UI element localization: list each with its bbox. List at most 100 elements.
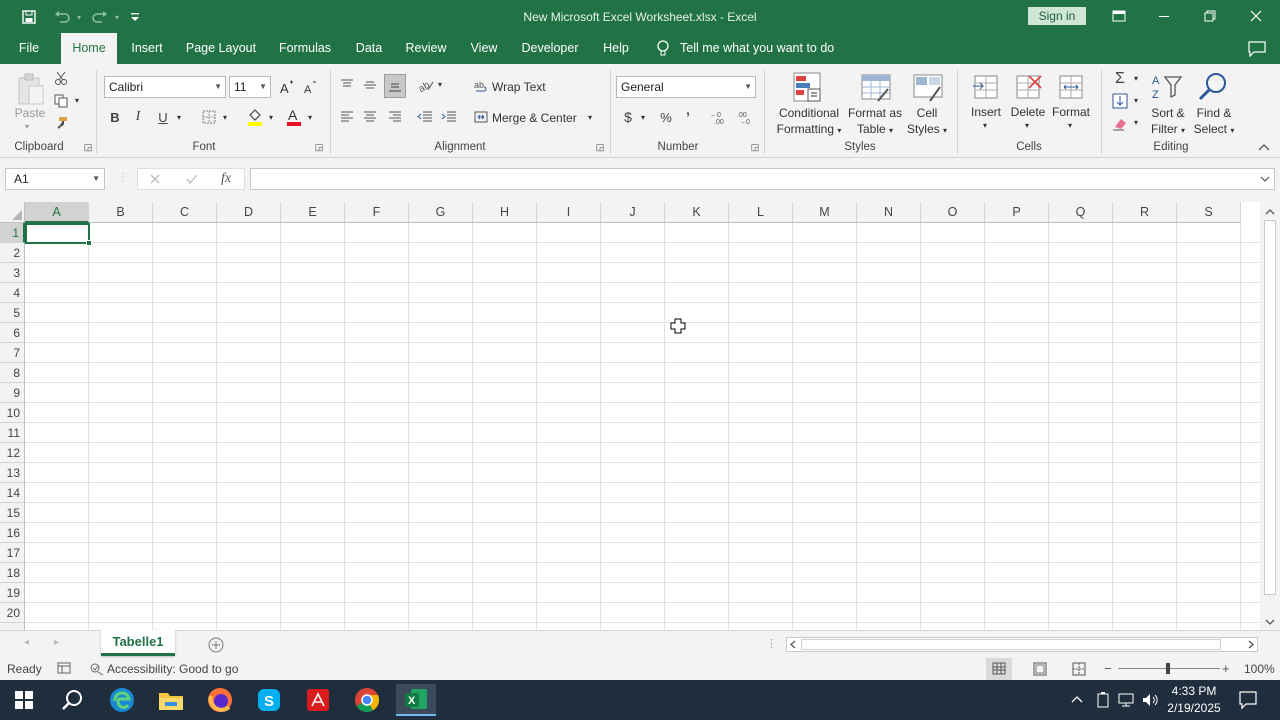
clock-time[interactable]: 4:33 PM [1166, 684, 1222, 698]
fill-dropdown-icon[interactable]: ▾ [1134, 96, 1138, 105]
increase-indent-icon[interactable] [440, 108, 458, 126]
delete-cells-icon[interactable] [1012, 70, 1044, 104]
vertical-scroll-thumb[interactable] [1264, 220, 1276, 595]
format-painter-icon[interactable] [52, 114, 70, 132]
insert-dropdown-icon[interactable]: ▾ [983, 121, 987, 130]
copy-dropdown-icon[interactable]: ▾ [75, 96, 79, 105]
format-as-table-button[interactable]: Format as Table ▾ [846, 105, 904, 139]
find-select-icon[interactable] [1196, 70, 1230, 104]
skype-icon[interactable]: S [249, 684, 289, 716]
borders-dropdown-icon[interactable]: ▾ [223, 113, 227, 122]
excel-taskbar-icon[interactable]: X [396, 684, 436, 716]
copy-icon[interactable] [52, 92, 70, 110]
tab-insert[interactable]: Insert [124, 33, 170, 64]
tab-page-layout[interactable]: Page Layout [182, 33, 260, 64]
tab-help[interactable]: Help [598, 33, 634, 64]
paste-dropdown-icon[interactable]: ▾ [25, 122, 29, 131]
conditional-formatting-button[interactable]: Conditional Formatting ▾ [770, 105, 848, 139]
horizontal-scroll-thumb[interactable] [801, 639, 1221, 650]
number-format-select[interactable]: General ▼ [616, 76, 756, 98]
borders-icon[interactable] [200, 108, 218, 126]
zoom-out-button[interactable]: − [1104, 661, 1112, 676]
paste-label[interactable]: Paste [14, 106, 46, 120]
underline-dropdown-icon[interactable]: ▾ [177, 113, 181, 122]
clipboard-launcher-icon[interactable]: ◲ [83, 142, 93, 152]
number-launcher-icon[interactable]: ◲ [750, 142, 760, 152]
column-header[interactable]: P [985, 202, 1049, 223]
tab-developer[interactable]: Developer [516, 33, 584, 64]
font-color-icon[interactable]: A [284, 106, 304, 128]
row-header[interactable]: 2 [0, 243, 25, 263]
middle-align-icon[interactable] [361, 76, 379, 94]
delete-cells-button[interactable]: Delete [1006, 105, 1050, 119]
merge-center-button[interactable]: Merge & Center [492, 111, 577, 125]
column-header[interactable]: B [89, 202, 153, 223]
top-align-icon[interactable] [338, 76, 356, 94]
column-header[interactable]: O [921, 202, 985, 223]
row-header[interactable]: 11 [0, 423, 25, 443]
column-header[interactable]: E [281, 202, 345, 223]
font-launcher-icon[interactable]: ◲ [314, 142, 324, 152]
wrap-text-icon[interactable]: ab [473, 76, 489, 94]
column-header[interactable]: M [793, 202, 857, 223]
insert-cells-button[interactable]: Insert [964, 105, 1008, 119]
column-header[interactable]: L [729, 202, 793, 223]
start-icon[interactable] [4, 684, 44, 716]
column-header[interactable]: G [409, 202, 473, 223]
zoom-slider-thumb[interactable] [1166, 663, 1170, 674]
scroll-right-icon[interactable] [1245, 638, 1257, 651]
format-as-table-icon[interactable] [858, 70, 894, 104]
column-header[interactable]: A [25, 202, 89, 223]
orientation-icon[interactable]: ab [416, 76, 436, 94]
name-box[interactable]: A1 ▼ [5, 168, 105, 190]
tab-file[interactable]: File [8, 33, 50, 64]
format-dropdown-icon[interactable]: ▾ [1068, 121, 1072, 130]
row-header[interactable]: 7 [0, 343, 25, 363]
column-header[interactable]: Q [1049, 202, 1113, 223]
row-header[interactable]: 18 [0, 563, 25, 583]
row-header[interactable]: 3 [0, 263, 25, 283]
cut-icon[interactable] [52, 69, 70, 87]
insert-cells-icon[interactable] [970, 70, 1002, 104]
column-header[interactable]: S [1177, 202, 1241, 223]
row-header[interactable]: 6 [0, 323, 25, 343]
firefox-icon[interactable] [200, 684, 240, 716]
column-header[interactable]: C [153, 202, 217, 223]
horizontal-scrollbar[interactable] [786, 637, 1258, 652]
font-color-dropdown-icon[interactable]: ▾ [308, 113, 312, 122]
row-header[interactable]: 12 [0, 443, 25, 463]
currency-dropdown-icon[interactable]: ▾ [641, 113, 645, 122]
minimize-icon[interactable] [1151, 5, 1177, 27]
row-header[interactable]: 13 [0, 463, 25, 483]
increase-font-size-icon[interactable]: A [278, 76, 296, 98]
next-sheet-icon[interactable]: ▸ [54, 637, 59, 648]
acrobat-icon[interactable] [298, 684, 338, 716]
accessibility-status[interactable]: Accessibility: Good to go [107, 662, 238, 676]
prev-sheet-icon[interactable]: ◂ [24, 637, 29, 648]
bottom-align-icon[interactable] [384, 74, 406, 98]
vertical-scrollbar[interactable] [1260, 202, 1280, 630]
clear-dropdown-icon[interactable]: ▾ [1134, 118, 1138, 127]
normal-view-button[interactable] [986, 658, 1012, 680]
autosum-dropdown-icon[interactable]: ▾ [1134, 74, 1138, 83]
enter-icon[interactable] [183, 171, 201, 187]
fill-handle[interactable] [86, 240, 92, 246]
select-all-button[interactable] [0, 202, 25, 223]
row-header[interactable]: 4 [0, 283, 25, 303]
tab-view[interactable]: View [464, 33, 504, 64]
comma-button[interactable]: ’ [681, 107, 695, 127]
battery-icon[interactable] [1095, 691, 1111, 709]
column-header[interactable]: J [601, 202, 665, 223]
clock-date[interactable]: 2/19/2025 [1162, 701, 1226, 715]
row-header[interactable]: 8 [0, 363, 25, 383]
ribbon-display-options-icon[interactable] [1106, 5, 1132, 27]
fill-color-dropdown-icon[interactable]: ▾ [269, 113, 273, 122]
paste-icon[interactable] [14, 70, 48, 110]
decrease-indent-icon[interactable] [416, 108, 434, 126]
column-header[interactable]: D [217, 202, 281, 223]
worksheet-grid[interactable]: ABCDEFGHIJKLMNOPQRS 1 2 3 4 5 6 7 8 9 10 11 12 13 14 1… [0, 202, 1260, 630]
tab-formulas[interactable]: Formulas [274, 33, 336, 64]
macro-record-icon[interactable] [57, 662, 71, 676]
row-header[interactable]: 20 [0, 603, 25, 623]
column-header[interactable]: N [857, 202, 921, 223]
